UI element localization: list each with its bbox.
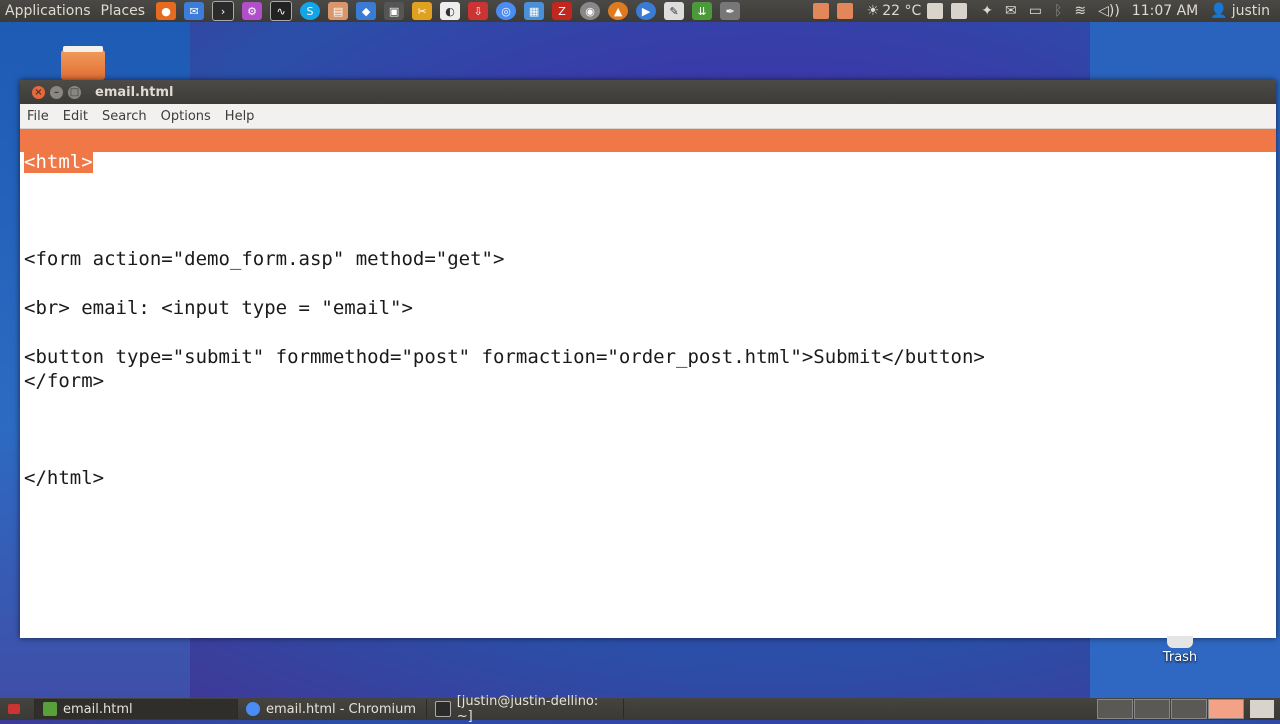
task-terminal[interactable]: [justin@justin-dellino: ~] [427,694,624,724]
code-line: <button type="submit" formmethod="post" … [24,346,985,368]
editor-window: × – □ email.html File Edit Search Option… [20,80,1276,638]
workspace-switcher[interactable] [1096,699,1244,719]
text-editor-icon[interactable]: ✎ [664,2,685,20]
top-panel: Applications Places ● ✉ › ⚙ ∿ S ▤ ◆ ▣ ✂ … [0,0,1280,22]
window-title: email.html [95,84,174,100]
show-desktop-button[interactable] [0,699,35,719]
gedit-icon [43,702,57,716]
task-label: email.html - Chromium [266,701,417,717]
workspace-2[interactable] [1134,699,1170,719]
window-titlebar[interactable]: × – □ email.html [20,80,1276,104]
clock[interactable]: 11:07 AM [1132,3,1198,19]
menubar: File Edit Search Options Help [20,104,1276,129]
launcher-icons: ● ✉ › ⚙ ∿ S ▤ ◆ ▣ ✂ ◐ ⇩ ◎ ▦ Z ◉ ▲ ▶ ✎ ⇊ … [156,1,748,21]
menu-file[interactable]: File [27,109,49,124]
dropbox-tray-icon[interactable]: ✦ [981,3,993,19]
trash-applet-icon[interactable] [1250,700,1274,718]
weather-indicator[interactable]: ☀ 22 °C [867,3,922,19]
task-label: email.html [63,701,133,717]
shutter-icon[interactable]: ✂ [412,2,433,20]
dropbox-icon[interactable]: ◆ [356,2,377,20]
user-icon: 👤 [1210,3,1228,19]
menu-edit[interactable]: Edit [63,109,88,124]
screenshot-icon[interactable]: ▣ [384,2,405,20]
battery-icon[interactable]: ▭ [1029,3,1042,19]
bottom-panel: email.html email.html - Chromium [justin… [0,694,1280,724]
install-icon[interactable]: ⇩ [468,2,489,20]
workspace-3[interactable] [1171,699,1207,719]
menu-help[interactable]: Help [225,109,255,124]
workspace-1[interactable] [1097,699,1133,719]
volume-icon[interactable]: ◁)) [1098,3,1120,19]
menu-search[interactable]: Search [102,109,147,124]
maximize-button[interactable]: □ [68,85,81,99]
show-desktop-icon [8,704,20,714]
workspace-4[interactable] [1208,699,1244,719]
task-chromium[interactable]: email.html - Chromium [238,699,427,719]
desktop-folder-icon[interactable] [61,46,105,80]
weather-text: 22 °C [882,3,922,19]
system-tray: ☀ 22 °C ✦ ✉ ▭ ᛒ ≋ ◁)) 11:07 AM 👤 justin [812,3,1280,19]
chromium-icon[interactable]: ◎ [496,2,517,20]
firefox-icon[interactable]: ● [156,2,177,20]
user-name: justin [1231,3,1270,19]
settings-icon[interactable]: ⚙ [242,2,263,20]
task-email-html[interactable]: email.html [35,699,238,719]
inkscape-icon[interactable]: ◐ [440,2,461,20]
applications-menu[interactable]: Applications [0,0,96,22]
notes-icon[interactable] [951,3,968,19]
code-line: <html> [24,151,93,173]
trash-icon [1167,636,1193,648]
code-line: </form> [24,370,105,392]
minimize-button[interactable]: – [50,85,63,99]
close-button[interactable]: × [32,85,45,99]
filezilla-icon[interactable]: Z [552,2,573,20]
mail-icon[interactable]: ✉ [1005,3,1017,19]
screen-icon[interactable]: ▦ [524,2,545,20]
code-line: </html> [24,467,105,489]
skype-icon[interactable]: S [300,2,321,20]
download-icon[interactable]: ⇊ [692,2,713,20]
code-line: <form action="demo_form.asp" method="get… [24,248,505,270]
user-menu[interactable]: 👤 justin [1210,3,1270,19]
archive-icon[interactable]: ▤ [328,2,349,20]
trash-label: Trash [1162,650,1198,665]
code-line: <br> email: <input type = "email"> [24,297,413,319]
sun-icon: ☀ [866,3,880,19]
terminal-icon[interactable]: › [212,1,235,21]
wifi-icon[interactable]: ≋ [1074,3,1086,19]
pen-icon[interactable]: ✒ [720,2,741,20]
places-menu[interactable]: Places [96,0,151,22]
terminal-icon [435,701,451,717]
vlc-icon[interactable]: ▲ [608,2,629,20]
trash-desktop-icon[interactable]: Trash [1150,636,1210,665]
home-folder-icon[interactable] [812,3,829,19]
text-editor-area[interactable]: <html> <form action="demo_form.asp" meth… [20,151,1276,638]
menu-options[interactable]: Options [161,109,211,124]
thunderbird-icon[interactable]: ✉ [184,2,205,20]
bluetooth-icon[interactable]: ᛒ [1054,3,1062,19]
document-icon[interactable] [927,3,944,19]
selected-text: <html> [24,151,93,173]
highlight-bar [20,129,1276,152]
media-player-icon[interactable]: ▶ [636,2,657,20]
folder-icon[interactable] [836,3,853,19]
system-monitor-icon[interactable]: ∿ [270,1,293,21]
chromium-icon [246,702,260,716]
disk-icon[interactable]: ◉ [580,2,601,20]
